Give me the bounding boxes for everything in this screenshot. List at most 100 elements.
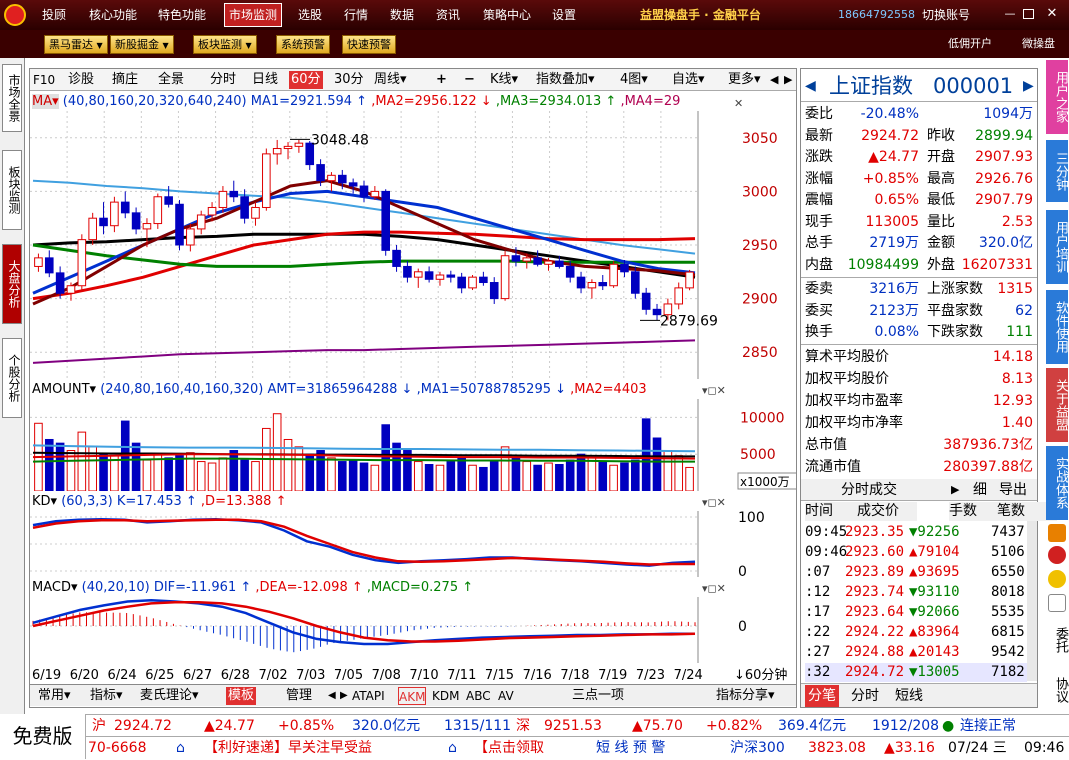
tab-user-training[interactable]: 用户培训 xyxy=(1046,210,1068,284)
menu-news[interactable]: 资讯 xyxy=(430,0,466,30)
macd-selector[interactable]: MACD▾ xyxy=(32,580,78,595)
candle-body xyxy=(576,276,586,289)
f10-button[interactable]: F10 xyxy=(33,71,55,89)
menu-data[interactable]: 数据 xyxy=(384,0,420,30)
zoom-in-button[interactable]: + xyxy=(436,71,447,89)
short-term-alert[interactable]: 短 线 预 警 xyxy=(596,737,665,760)
volume-bar xyxy=(631,459,640,491)
tab-agreement[interactable]: 协议 xyxy=(1046,670,1068,710)
micro-trade-link[interactable]: 微操盘 xyxy=(1022,30,1055,58)
pin-icon[interactable]: ▾◻✕ xyxy=(702,582,726,595)
close-icon[interactable]: ✕ xyxy=(1045,7,1059,20)
tick-scrollbar[interactable] xyxy=(1027,521,1037,681)
tab-practice-system[interactable]: 实战体系 xyxy=(1046,446,1068,520)
pin-icon[interactable]: ▾◻✕ xyxy=(702,496,726,509)
scroll-right-icon[interactable]: ▶ xyxy=(340,687,348,705)
tab-indicators[interactable]: 指标▾ xyxy=(90,687,123,705)
home-icon[interactable]: ⌂ xyxy=(448,737,457,760)
tab-template[interactable]: 模板 xyxy=(226,687,257,705)
tab-av[interactable]: AV xyxy=(498,687,514,705)
tab-market-analysis[interactable]: 大盘分析 xyxy=(2,244,22,324)
menu-featured-functions[interactable]: 特色功能 xyxy=(152,0,212,30)
prev-stock-icon[interactable]: ◀ xyxy=(805,71,816,101)
pin-icon[interactable]: ▾◻✕ xyxy=(702,384,726,397)
candle-body xyxy=(142,223,152,230)
index-overlay-dropdown[interactable]: 指数叠加▾ xyxy=(536,71,595,89)
kline-dropdown[interactable]: K线▾ xyxy=(490,71,518,89)
tab-user-home[interactable]: 用户之家 xyxy=(1046,60,1068,134)
maximize-icon[interactable] xyxy=(1023,9,1034,19)
candle-body xyxy=(131,212,141,230)
next-stock-icon[interactable]: ▶ xyxy=(1023,71,1034,101)
record-icon[interactable] xyxy=(1048,546,1066,564)
minimize-icon[interactable]: — xyxy=(1003,8,1017,20)
tab-mcs-theory[interactable]: 麦氏理论▾ xyxy=(140,687,199,705)
thirty-min-button[interactable]: 30分 xyxy=(334,71,364,89)
weekly-dropdown[interactable]: 周线▾ xyxy=(374,71,407,89)
tab-three-minutes[interactable]: 三分钟 xyxy=(1046,140,1068,202)
candle-body xyxy=(316,164,325,182)
new-stock-button[interactable]: 新股掘金 ▼ xyxy=(110,35,174,54)
expand-icon[interactable]: ▶ xyxy=(951,479,959,501)
user-icon[interactable] xyxy=(1048,570,1066,588)
stat-label: 总市值 xyxy=(805,437,847,453)
tab-about[interactable]: 关于益盟 xyxy=(1046,368,1068,442)
ticker-news[interactable]: 【利好速递】早关注早受益 xyxy=(204,737,372,760)
indicator-selector[interactable]: MA▾ xyxy=(32,94,59,109)
scroll-right-icon[interactable]: ▶ xyxy=(784,71,792,89)
watchlist-dropdown[interactable]: 自选▾ xyxy=(672,71,705,89)
scroll-left-icon[interactable]: ◀ xyxy=(770,71,778,89)
menu-investment-advisor[interactable]: 投顾 xyxy=(34,0,74,30)
tab-sector-monitor[interactable]: 板块监测 xyxy=(2,150,22,230)
menu-quotes[interactable]: 行情 xyxy=(338,0,374,30)
chat-icon[interactable] xyxy=(1048,524,1066,542)
menu-core-functions[interactable]: 核心功能 xyxy=(84,0,142,30)
tab-akm[interactable]: AKM xyxy=(398,687,427,705)
quick-alert-button[interactable]: 快速预警 xyxy=(342,35,396,54)
kd-selector[interactable]: KD▾ xyxy=(32,494,57,509)
export-button[interactable]: 导出 xyxy=(999,479,1027,501)
tab-kdm[interactable]: KDM xyxy=(432,687,459,705)
volume-bar xyxy=(555,464,564,491)
zhaizhuang-button[interactable]: 摘庄 xyxy=(112,71,138,89)
indicator-share-dropdown[interactable]: 指标分享▾ xyxy=(716,687,775,705)
diagnose-button[interactable]: 诊股 xyxy=(68,71,94,89)
tab-market-overview[interactable]: 市场全景 xyxy=(2,64,22,132)
tab-three-points[interactable]: 三点一项 xyxy=(572,687,624,705)
date-label: 7/18 xyxy=(560,668,589,683)
home-icon[interactable]: ⌂ xyxy=(176,737,185,760)
dark-horse-radar-button[interactable]: 黑马雷达 ▼ xyxy=(44,35,108,54)
scroll-left-icon[interactable]: ◀ xyxy=(328,687,336,705)
tab-software-usage[interactable]: 软件使用 xyxy=(1046,290,1068,364)
date-label: 7/11 xyxy=(447,668,476,683)
daily-button[interactable]: 日线 xyxy=(252,71,278,89)
ticker-claim[interactable]: 【点击领取 xyxy=(474,737,544,760)
menu-settings[interactable]: 设置 xyxy=(546,0,582,30)
sector-monitor-button[interactable]: 板块监测 ▼ xyxy=(193,35,257,54)
menu-market-monitor[interactable]: 市场监测 xyxy=(224,3,282,27)
tab-entrust[interactable]: 委托 xyxy=(1046,620,1068,660)
detail-button[interactable]: 细 xyxy=(973,479,987,501)
sixty-min-button[interactable]: 60分 xyxy=(289,71,323,89)
tab-short-term[interactable]: 短线 xyxy=(895,685,923,707)
qq-icon[interactable] xyxy=(1048,594,1066,612)
intraday-button[interactable]: 分时 xyxy=(210,71,236,89)
zoom-out-button[interactable]: − xyxy=(464,71,475,89)
tab-ticks[interactable]: 分笔 xyxy=(805,685,839,707)
close-icon[interactable]: ✕ xyxy=(734,97,743,110)
tab-atapi[interactable]: ATAPI xyxy=(352,687,385,705)
tab-common[interactable]: 常用▾ xyxy=(38,687,71,705)
switch-account-link[interactable]: 切换账号 xyxy=(922,0,970,30)
panorama-button[interactable]: 全景 xyxy=(158,71,184,89)
system-alert-button[interactable]: 系统预警 xyxy=(276,35,330,54)
tab-manage[interactable]: 管理 xyxy=(286,687,312,705)
menu-stock-picking[interactable]: 选股 xyxy=(292,0,328,30)
low-commission-account-link[interactable]: 低佣开户 xyxy=(948,30,992,58)
four-charts-dropdown[interactable]: 4图▾ xyxy=(620,71,648,89)
tab-intraday[interactable]: 分时 xyxy=(851,685,879,707)
more-dropdown[interactable]: 更多▾ xyxy=(728,71,761,89)
menu-strategy-center[interactable]: 策略中心 xyxy=(476,0,538,30)
tab-stock-analysis[interactable]: 个股分析 xyxy=(2,338,22,418)
amount-selector[interactable]: AMOUNT▾ xyxy=(32,382,96,397)
tab-abc[interactable]: ABC xyxy=(466,687,491,705)
